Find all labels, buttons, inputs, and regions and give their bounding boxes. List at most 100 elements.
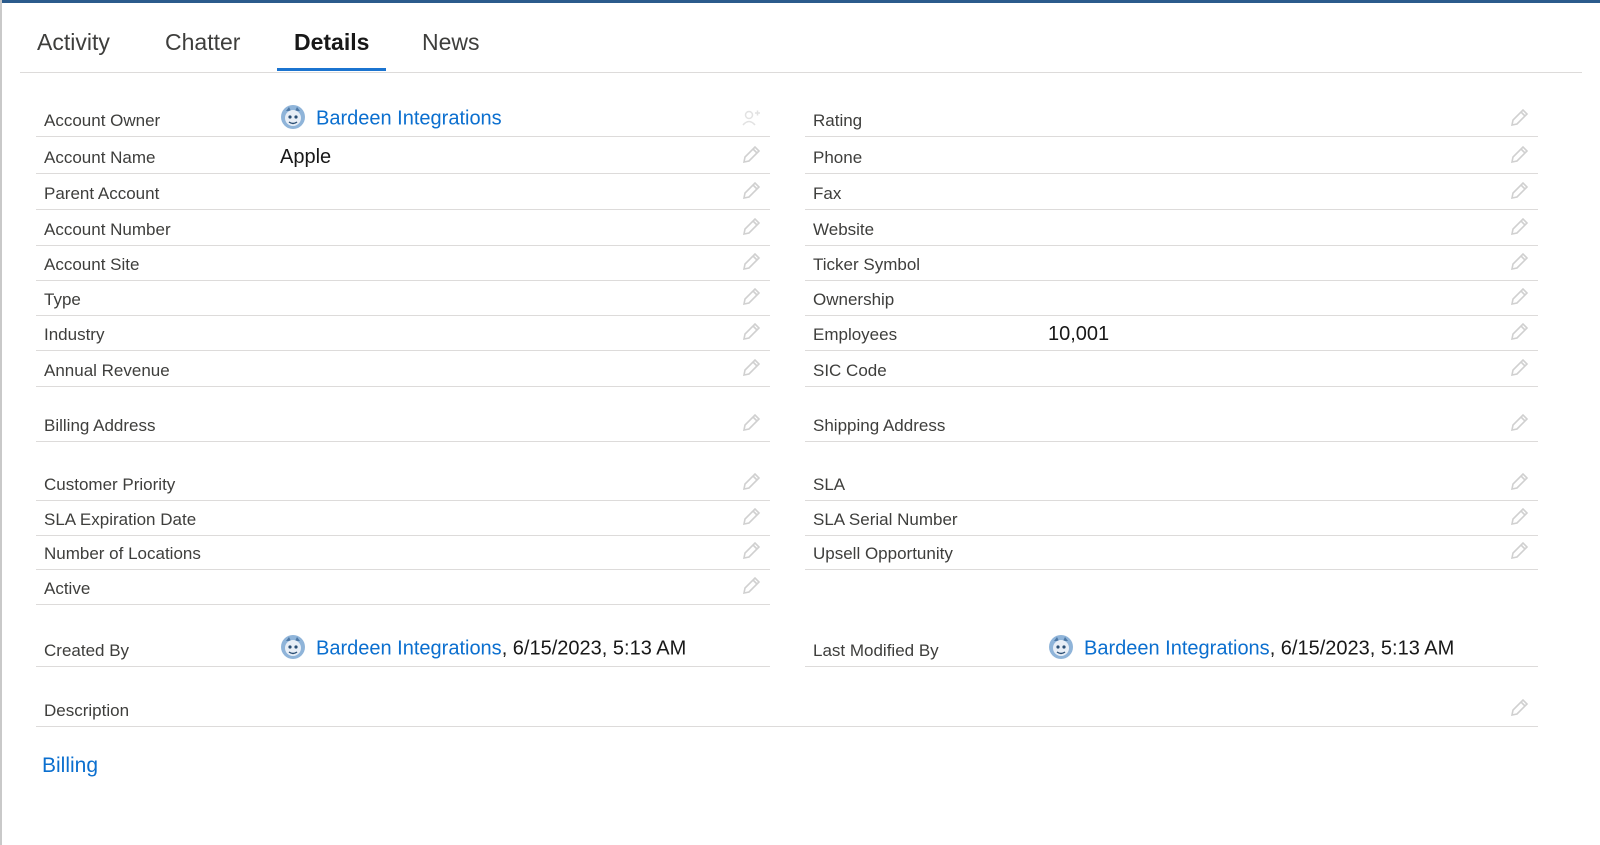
pencil-icon[interactable] <box>1508 697 1530 719</box>
last-modified-date: , 6/15/2023, 5:13 AM <box>1269 637 1455 660</box>
field-label: Industry <box>44 325 105 344</box>
field-label: SLA <box>813 475 846 494</box>
last-modified-by-link[interactable]: Bardeen Integrations <box>1084 637 1270 659</box>
pencil-icon[interactable] <box>1508 357 1530 379</box>
user-avatar-icon <box>1048 634 1074 660</box>
field-sic-code: SIC Code <box>805 350 1538 387</box>
tab-activity[interactable]: Activity <box>20 18 127 71</box>
field-ownership: Ownership <box>805 279 1538 316</box>
pencil-icon[interactable] <box>1508 286 1530 308</box>
pencil-icon[interactable] <box>1508 144 1530 166</box>
pencil-icon[interactable] <box>1508 471 1530 493</box>
field-ticker-symbol: Ticker Symbol <box>805 244 1538 281</box>
pencil-icon[interactable] <box>740 357 762 379</box>
field-last-modified-by: Last Modified By Bardeen Integrations, 6… <box>805 630 1538 667</box>
pencil-icon[interactable] <box>1508 412 1530 434</box>
field-industry: Industry <box>36 314 770 351</box>
created-by-link[interactable]: Bardeen Integrations <box>316 637 502 659</box>
field-shipping-address: Shipping Address <box>805 405 1538 442</box>
field-label: Account Number <box>44 220 171 239</box>
pencil-icon[interactable] <box>740 286 762 308</box>
field-label: Ticker Symbol <box>813 255 921 274</box>
pencil-icon[interactable] <box>740 506 762 528</box>
field-label: SIC Code <box>813 361 887 380</box>
pencil-icon[interactable] <box>1508 251 1530 273</box>
change-owner-icon[interactable] <box>740 107 762 129</box>
field-label: Account Name <box>44 148 156 167</box>
field-type: Type <box>36 279 770 316</box>
tab-details[interactable]: Details <box>277 18 387 71</box>
field-account-owner: Account Owner Bardeen Integrations <box>36 100 770 137</box>
field-label: Website <box>813 220 875 239</box>
window-left-border <box>0 0 2 845</box>
field-website: Website <box>805 209 1538 246</box>
pencil-icon[interactable] <box>1508 180 1530 202</box>
tab-chatter[interactable]: Chatter <box>148 18 257 71</box>
field-label: Employees <box>813 325 898 344</box>
field-label: SLA Expiration Date <box>44 510 197 529</box>
field-sla-expiration-date: SLA Expiration Date <box>36 499 770 536</box>
field-parent-account: Parent Account <box>36 173 770 210</box>
field-value: Bardeen Integrations <box>280 104 502 132</box>
field-label: Account Site <box>44 255 140 274</box>
field-value: Bardeen Integrations, 6/15/2023, 5:13 AM <box>280 634 687 662</box>
field-label: Fax <box>813 184 842 203</box>
record-tabs: Activity Chatter Details News <box>20 18 1582 73</box>
field-customer-priority: Customer Priority <box>36 464 770 501</box>
field-number-of-locations: Number of Locations <box>36 533 770 570</box>
pencil-icon[interactable] <box>1508 540 1530 562</box>
pencil-icon[interactable] <box>1508 216 1530 238</box>
pencil-icon[interactable] <box>740 471 762 493</box>
field-label: Description <box>44 701 130 720</box>
pencil-icon[interactable] <box>740 540 762 562</box>
field-description: Description <box>36 690 1538 727</box>
user-avatar-icon <box>280 634 306 660</box>
field-label: Type <box>44 290 81 309</box>
field-label: Ownership <box>813 290 895 309</box>
field-upsell-opportunity: Upsell Opportunity <box>805 533 1538 570</box>
pencil-icon[interactable] <box>740 412 762 434</box>
field-annual-revenue: Annual Revenue <box>36 350 770 387</box>
pencil-icon[interactable] <box>740 251 762 273</box>
field-active: Active <box>36 568 770 605</box>
field-sla: SLA <box>805 464 1538 501</box>
field-label: Customer Priority <box>44 475 176 494</box>
pencil-icon[interactable] <box>1508 107 1530 129</box>
field-created-by: Created By Bardeen Integrations, 6/15/20… <box>36 630 770 667</box>
field-account-number: Account Number <box>36 209 770 246</box>
field-label: Parent Account <box>44 184 160 203</box>
field-value: Apple <box>280 146 332 168</box>
field-phone: Phone <box>805 137 1538 174</box>
field-sla-serial-number: SLA Serial Number <box>805 499 1538 536</box>
created-date: , 6/15/2023, 5:13 AM <box>501 637 687 660</box>
field-label: Upsell Opportunity <box>813 544 953 563</box>
field-label: Created By <box>44 641 130 660</box>
pencil-icon[interactable] <box>740 180 762 202</box>
field-label: Active <box>44 579 91 598</box>
field-account-site: Account Site <box>36 244 770 281</box>
field-label: Rating <box>813 111 863 130</box>
pencil-icon[interactable] <box>740 144 762 166</box>
field-label: Shipping Address <box>813 416 946 435</box>
field-label: Account Owner <box>44 111 161 130</box>
pencil-icon[interactable] <box>740 575 762 597</box>
pencil-icon[interactable] <box>1508 506 1530 528</box>
field-label: Last Modified By <box>813 641 939 660</box>
tab-news[interactable]: News <box>405 18 497 71</box>
field-employees: Employees 10,001 <box>805 314 1538 351</box>
pencil-icon[interactable] <box>740 321 762 343</box>
user-avatar-icon <box>280 104 306 130</box>
field-label: Annual Revenue <box>44 361 170 380</box>
billing-section-link[interactable]: Billing <box>42 754 98 778</box>
field-label: Phone <box>813 148 863 167</box>
pencil-icon[interactable] <box>1508 321 1530 343</box>
pencil-icon[interactable] <box>740 216 762 238</box>
field-value: Bardeen Integrations, 6/15/2023, 5:13 AM <box>1048 634 1455 662</box>
field-rating: Rating <box>805 100 1538 137</box>
account-details-card: Activity Chatter Details News Account Ow… <box>20 0 1582 845</box>
field-label: Number of Locations <box>44 544 201 563</box>
field-billing-address: Billing Address <box>36 405 770 442</box>
field-fax: Fax <box>805 173 1538 210</box>
owner-link[interactable]: Bardeen Integrations <box>316 107 502 129</box>
field-account-name: Account Name Apple <box>36 137 770 174</box>
